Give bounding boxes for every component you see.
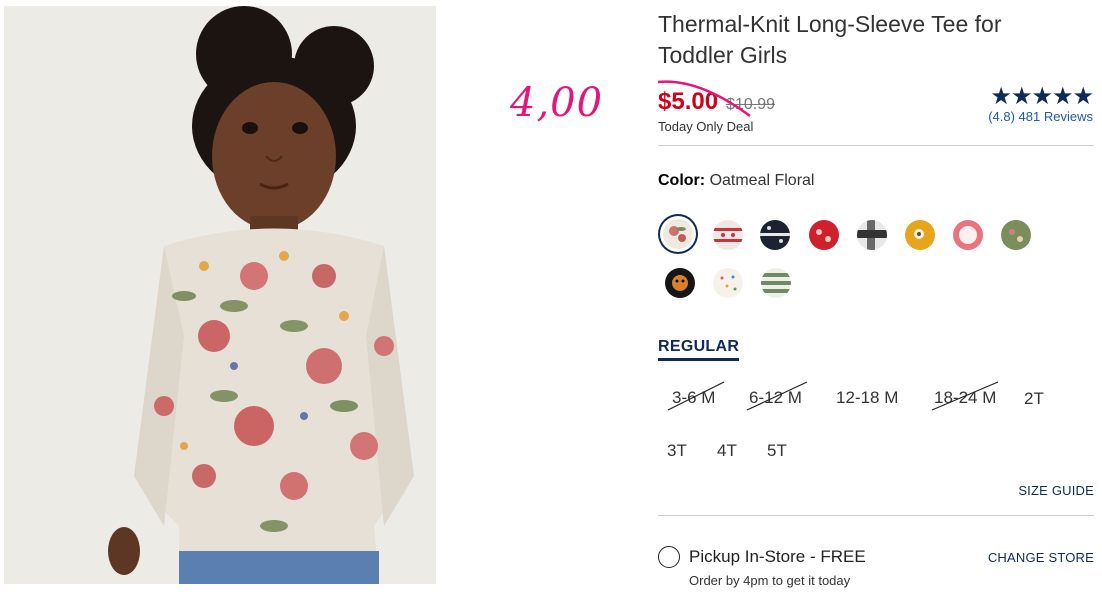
star-rating-icon: ★★★★★ <box>990 83 1094 110</box>
size-12-18m[interactable]: 12-18 M <box>836 388 898 408</box>
swatch-cream-dots[interactable] <box>713 268 743 298</box>
size-guide-link[interactable]: SIZE GUIDE <box>1018 483 1094 498</box>
size-strike-3-6m <box>667 381 725 411</box>
size-2t[interactable]: 2T <box>1024 389 1044 409</box>
change-store-link[interactable]: CHANGE STORE <box>988 550 1094 565</box>
color-label: Color: Oatmeal Floral <box>658 172 814 190</box>
product-image[interactable] <box>4 6 436 584</box>
fit-tab-regular[interactable]: REGULAR <box>658 338 740 361</box>
reviews-link[interactable]: (4.8) 481 Reviews <box>988 109 1093 124</box>
size-3t[interactable]: 3T <box>667 441 687 461</box>
color-label-key: Color: <box>658 172 706 189</box>
swatch-black-white-plaid[interactable] <box>857 220 887 250</box>
pickup-note: Order by 4pm to get it today <box>689 573 851 588</box>
size-strike-18-24m <box>931 381 999 411</box>
swatch-gold-floral[interactable] <box>905 220 935 250</box>
swatch-green-stripe[interactable] <box>761 268 791 298</box>
size-strike-6-12m <box>746 381 808 411</box>
size-4t[interactable]: 4T <box>717 441 737 461</box>
rating[interactable]: ★★★★★ (4.8) 481 Reviews <box>988 83 1094 125</box>
swatch-oatmeal-floral[interactable] <box>663 219 693 249</box>
color-value: Oatmeal Floral <box>709 172 815 189</box>
swatch-red-floral[interactable] <box>809 220 839 250</box>
swatch-navy-hearts[interactable] <box>760 220 790 250</box>
deal-note: Today Only Deal <box>658 119 754 134</box>
swatch-pink-white[interactable] <box>953 220 983 250</box>
product-title: Thermal-Knit Long-Sleeve Tee for Toddler… <box>658 11 1002 68</box>
price-strike-annotation <box>657 80 751 118</box>
pickup-label[interactable]: Pickup In-Store - FREE <box>689 547 866 567</box>
price-annotation: 4,00 <box>510 80 604 126</box>
divider <box>658 145 1094 146</box>
pickup-radio[interactable] <box>658 546 680 568</box>
swatch-red-fair-isle[interactable] <box>713 220 743 250</box>
size-5t[interactable]: 5T <box>767 441 787 461</box>
swatch-black-tiger[interactable] <box>665 268 695 298</box>
divider <box>658 515 1094 516</box>
swatch-green-floral[interactable] <box>1001 220 1031 250</box>
